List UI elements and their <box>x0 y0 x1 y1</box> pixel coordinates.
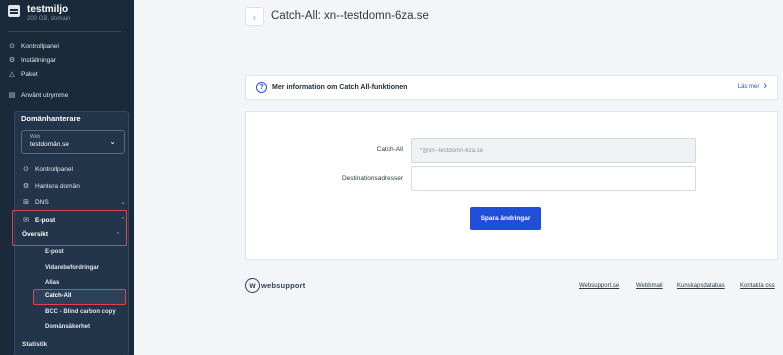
domain-select[interactable]: Web testdomän.se ⌄ <box>21 130 125 154</box>
domain-select-label: Web <box>30 134 41 140</box>
submenu-item-alias[interactable]: Alias <box>45 280 59 286</box>
catch-all-field[interactable] <box>411 138 696 163</box>
account-header[interactable]: testmiljo 200 GB, domain <box>8 4 70 24</box>
chevron-right-icon: › <box>763 80 767 92</box>
page-title: Catch-All: xn--testdomn-6za.se <box>271 10 429 22</box>
sidebar-item-label: Inställningar <box>21 56 57 64</box>
submenu-item-epost[interactable]: E-post <box>45 249 64 255</box>
help-icon: ? <box>256 82 267 93</box>
sidebar-item-paket[interactable]: △ Paket <box>8 68 38 80</box>
sidebar-item-label: Använt utrymme <box>21 91 69 99</box>
divider <box>8 31 121 32</box>
back-button[interactable]: ‹ <box>245 7 264 26</box>
chevron-down-icon: ⌄ <box>109 137 116 146</box>
submenu-item-bcc[interactable]: BCC - Blind carbon copy <box>45 309 116 315</box>
footer-link-webbmail[interactable]: Webbmail <box>636 283 663 289</box>
sidebar: testmiljo 200 GB, domain ⊙ Kontrollpanel… <box>0 0 134 355</box>
submenu-item-domansakerhet[interactable]: Domänsäkerhet <box>45 324 90 330</box>
email-overview-toggle[interactable]: Översikt <box>22 231 48 238</box>
sidebar-item-label: Kontrollpanel <box>35 165 73 173</box>
sidebar-item-label: DNS <box>35 198 49 206</box>
destinations-label: Destinationsadresser <box>341 175 403 182</box>
gear-icon: ⚙ <box>8 57 16 64</box>
submenu-item-vidarebefordringar[interactable]: Vidarebefordringar <box>45 265 99 271</box>
websupport-logo-icon: w <box>245 278 260 293</box>
save-button[interactable]: Spara ändringar <box>470 207 541 230</box>
mail-icon: ✉ <box>23 217 29 224</box>
domain-manager-title: Domänhanterare <box>21 114 81 123</box>
sidebar-item-kontrollpanel[interactable]: ⊙ Kontrollpanel <box>8 40 59 52</box>
account-plan: 200 GB, domain <box>27 16 71 22</box>
sidebar-item-hantera-doman[interactable]: ⚙ Hantera domän <box>22 180 80 192</box>
sidebar-item-anvant-utrymme[interactable]: ▤ Använt utrymme <box>8 89 69 101</box>
info-banner: ? Mer information om Catch All-funktione… <box>245 75 778 100</box>
chevron-down-icon: ⌄ <box>120 199 126 206</box>
footer-link-kunskapsdatabas[interactable]: Kunskapsdatabas <box>677 283 725 289</box>
sidebar-item-domain-kontrollpanel[interactable]: ⊙ Kontrollpanel <box>22 163 73 175</box>
sidebar-item-label: Hantera domän <box>35 182 80 190</box>
sidebar-item-label: E-post <box>35 216 56 224</box>
package-icon: △ <box>9 71 15 78</box>
info-text: Mer information om Catch All-funktionen <box>272 84 408 91</box>
footer-link-websupport[interactable]: Websupport.se <box>579 283 619 289</box>
chevron-up-icon: ⌃ <box>120 217 126 224</box>
storage-icon: ▤ <box>8 92 16 99</box>
gear-icon: ⚙ <box>22 183 30 190</box>
domain-select-value: testdomän.se <box>30 141 70 148</box>
read-more-link[interactable]: Läs mer › <box>737 80 767 92</box>
sidebar-item-statistik[interactable]: Statistik <box>22 338 47 350</box>
websupport-logo[interactable]: w websupport <box>245 278 306 293</box>
account-name: testmiljo <box>27 4 69 15</box>
websupport-logo-text: websupport <box>261 281 306 290</box>
chevron-left-icon: ‹ <box>253 11 256 22</box>
read-more-label: Läs mer <box>737 83 760 90</box>
dashboard-icon: ⊙ <box>9 43 15 50</box>
destinations-field[interactable] <box>411 166 696 191</box>
submenu-item-catch-all[interactable]: Catch-All <box>45 293 71 299</box>
dashboard-icon: ⊙ <box>23 166 29 173</box>
sidebar-item-installningar[interactable]: ⚙ Inställningar <box>8 54 56 66</box>
sidebar-item-dns[interactable]: ⊞ DNS ⌄ <box>22 196 126 208</box>
sidebar-item-epost[interactable]: ✉ E-post ⌃ <box>22 214 126 226</box>
server-icon <box>8 5 20 17</box>
sidebar-item-label: Kontrollpanel <box>21 42 59 50</box>
dns-icon: ⊞ <box>23 199 29 206</box>
footer-link-kontakta-oss[interactable]: Kontakta oss <box>740 283 775 289</box>
chevron-up-icon: ⌃ <box>115 232 121 239</box>
sidebar-item-label: Paket <box>21 70 38 78</box>
catch-all-label: Catch-All <box>376 146 403 153</box>
